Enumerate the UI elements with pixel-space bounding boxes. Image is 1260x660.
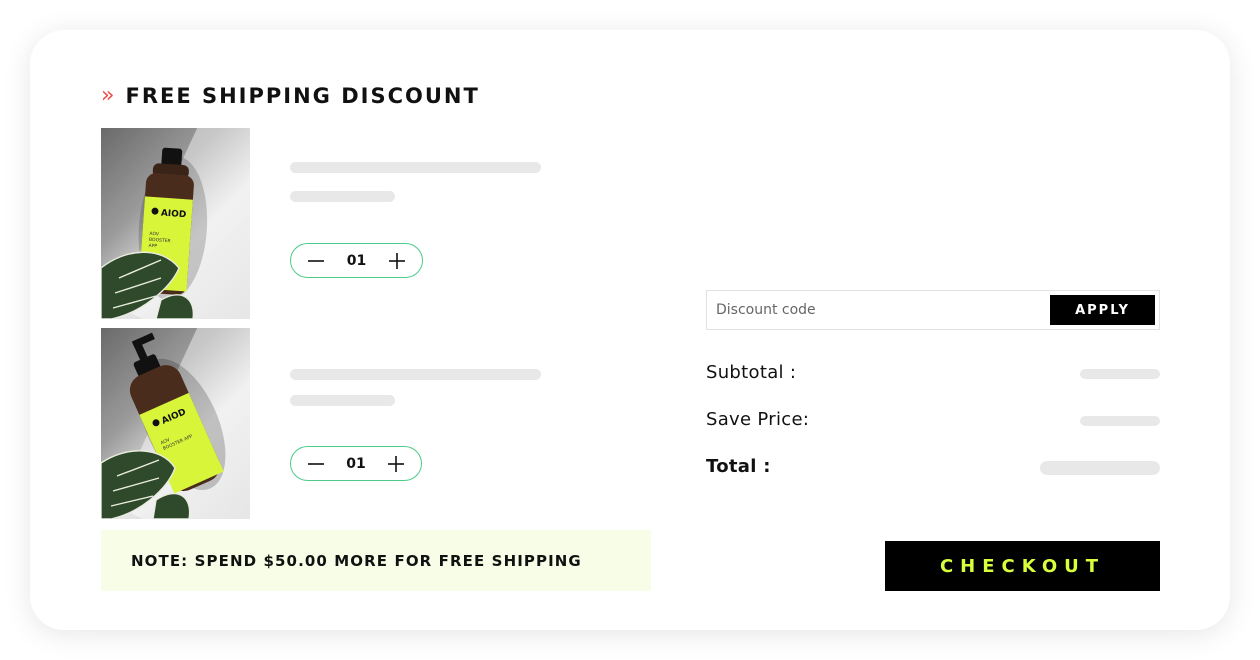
product-title-placeholder — [290, 369, 541, 380]
subtotal-value-placeholder — [1080, 369, 1160, 379]
quantity-stepper[interactable]: 01 — [290, 446, 422, 481]
apply-button[interactable]: APPLY — [1050, 295, 1155, 325]
checkout-button[interactable]: CHECKOUT — [885, 541, 1160, 591]
double-chevron-right-icon: » — [101, 83, 115, 108]
bottle-brand: AIOD — [161, 209, 187, 221]
product-price-placeholder — [290, 395, 395, 406]
minus-icon[interactable] — [305, 250, 327, 272]
page-title: FREE SHIPPING DISCOUNT — [125, 84, 480, 108]
total-label: Total : — [706, 456, 771, 477]
plus-icon[interactable] — [385, 453, 407, 475]
quantity-stepper[interactable]: 01 — [290, 243, 423, 278]
svg-text:APP: APP — [148, 243, 157, 250]
save-price-value-placeholder — [1080, 416, 1160, 426]
product-price-placeholder — [290, 191, 395, 202]
subtotal-label: Subtotal : — [706, 362, 797, 383]
quantity-value[interactable]: 01 — [346, 456, 365, 472]
save-price-label: Save Price: — [706, 409, 810, 430]
svg-text:AOV: AOV — [149, 231, 160, 238]
quantity-value[interactable]: 01 — [347, 253, 366, 269]
discount-code-input[interactable] — [707, 291, 1050, 329]
cart-heading: » FREE SHIPPING DISCOUNT — [101, 80, 480, 112]
product-image[interactable]: AIOD AOV BOOSTER APP — [101, 328, 250, 519]
free-shipping-note: NOTE: SPEND $50.00 MORE FOR FREE SHIPPIN… — [101, 530, 651, 591]
note-text: NOTE: SPEND $50.00 MORE FOR FREE SHIPPIN… — [131, 551, 582, 570]
plus-icon[interactable] — [386, 250, 408, 272]
total-value-placeholder — [1040, 461, 1160, 475]
discount-form: APPLY — [706, 290, 1160, 330]
product-image[interactable]: AIOD AOV BOOSTER APP — [101, 128, 250, 319]
minus-icon[interactable] — [305, 453, 327, 475]
product-title-placeholder — [290, 162, 541, 173]
